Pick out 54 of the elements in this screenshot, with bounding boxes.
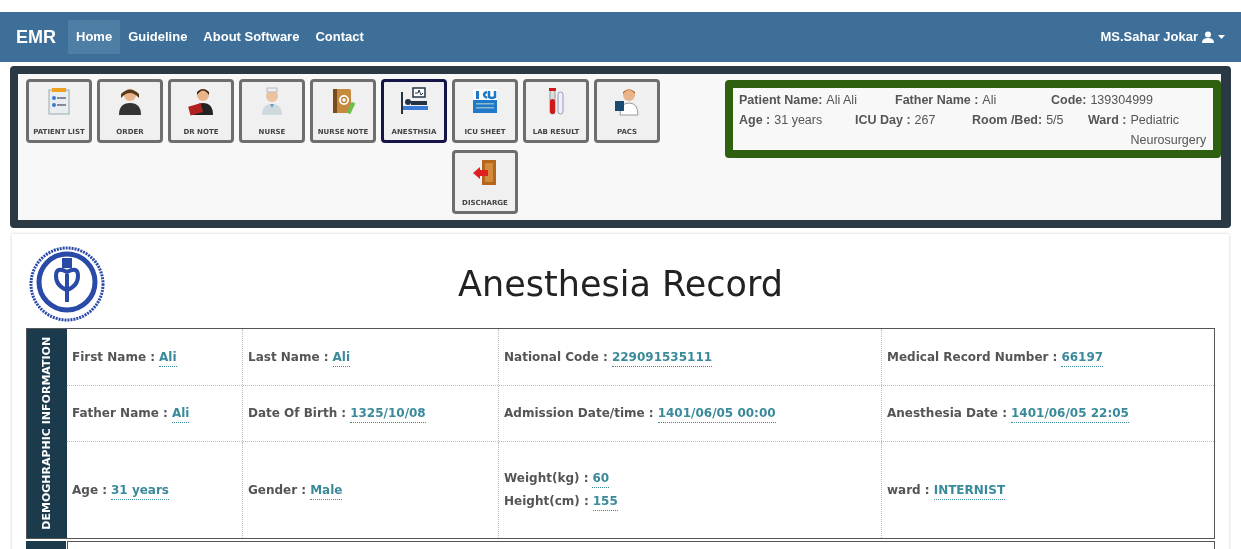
- field-value[interactable]: Male: [310, 480, 343, 500]
- field-value[interactable]: 1401/06/05 22:05: [1011, 404, 1129, 423]
- field-label: Height(cm) :: [504, 493, 589, 510]
- section-header: DEMOGHRAPHIC INFORMATION: [27, 329, 67, 538]
- field-label: Gender :: [248, 481, 307, 499]
- field-label: Age :: [72, 481, 107, 499]
- field-value[interactable]: INTERNIST: [933, 480, 1006, 500]
- field-value[interactable]: Ali: [159, 347, 177, 367]
- nav-link[interactable]: Guideline: [120, 20, 196, 54]
- field-label: Date Of Birth :: [248, 405, 347, 422]
- field-label: Last Name :: [248, 348, 329, 366]
- info-label: Code:: [1051, 92, 1087, 109]
- doctor-with-book-icon: [186, 86, 216, 116]
- info-label: Ward :: [1088, 112, 1127, 129]
- info-value: 31 years: [774, 112, 823, 129]
- caret-icon: [1218, 35, 1225, 39]
- info-label: Room /Bed:: [972, 112, 1043, 129]
- field-label: First Name :: [72, 348, 156, 366]
- page-title: Anesthesia Record: [457, 262, 784, 306]
- nav-link[interactable]: About Software: [195, 20, 308, 54]
- info-value: Pediatric Neurosurgery: [1130, 112, 1207, 149]
- info-label: ICU Day :: [855, 112, 911, 129]
- nav-link[interactable]: Home: [68, 20, 121, 54]
- info-value: Ali: [982, 92, 997, 109]
- brand-logo[interactable]: EMR: [16, 23, 56, 51]
- field-label: Weight(kg) :: [504, 470, 589, 487]
- field-label: National Code :: [504, 348, 608, 366]
- doctor-with-xray-icon: [612, 86, 642, 116]
- info-value: Ali Ali: [826, 92, 857, 109]
- info-value: 139304999: [1090, 92, 1153, 109]
- info-label: Patient Name:: [739, 92, 823, 109]
- field-value[interactable]: 66197: [1061, 347, 1104, 367]
- patient-bed-monitor-icon: [399, 86, 429, 116]
- info-value: 267: [914, 112, 936, 129]
- icu-chart-icon: [470, 86, 500, 116]
- user-icon: [1202, 31, 1214, 43]
- field-value[interactable]: Ali: [171, 404, 190, 423]
- info-label: Age :: [739, 112, 771, 129]
- field-value[interactable]: 31 years: [111, 480, 169, 500]
- user-menu[interactable]: MS.Sahar Jokar: [1100, 27, 1225, 47]
- field-value[interactable]: Ali: [332, 347, 351, 367]
- field-label: Medical Record Number :: [887, 348, 1058, 366]
- field-label: Anesthesia Date :: [887, 405, 1007, 422]
- field-label: ward :: [887, 481, 930, 499]
- field-label: Admission Date/time :: [504, 405, 654, 422]
- field-value[interactable]: 1325/10/08: [350, 404, 426, 423]
- field-value[interactable]: 229091535111: [611, 347, 713, 367]
- info-label: Father Name :: [895, 92, 979, 109]
- field-value[interactable]: 60: [592, 469, 610, 488]
- field-label: Father Name :: [72, 405, 168, 422]
- nav-link[interactable]: Contact: [307, 20, 372, 54]
- field-value[interactable]: 155: [592, 492, 618, 511]
- info-value: 5/5: [1046, 112, 1064, 129]
- field-value[interactable]: 1401/06/05 00:00: [657, 404, 776, 423]
